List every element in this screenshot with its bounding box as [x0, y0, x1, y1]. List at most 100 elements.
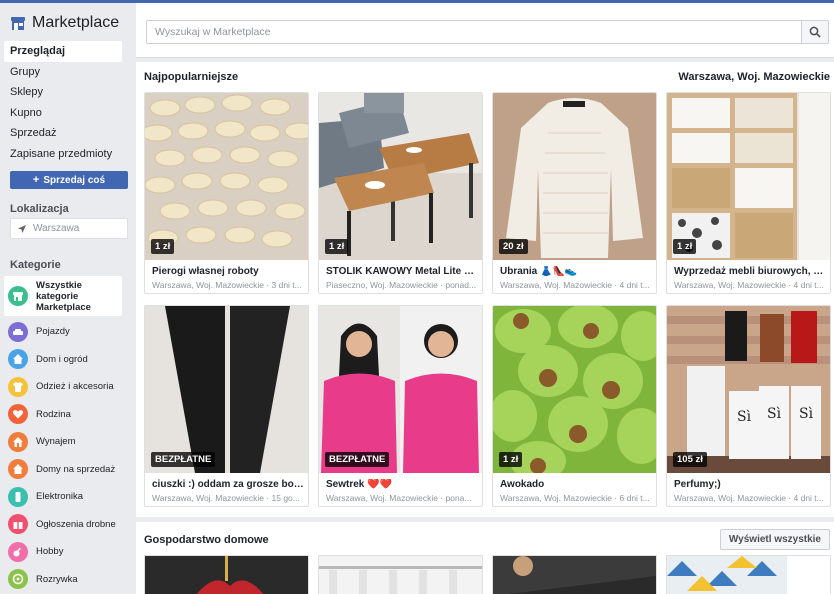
category-vehicles[interactable]: Pojazdy	[8, 318, 126, 346]
search-input[interactable]	[146, 20, 801, 44]
nav-item-selling[interactable]: Sprzedaż	[4, 123, 122, 144]
listing-meta: Warszawa, Woj. Mazowieckie · pona...	[326, 493, 472, 503]
category-label: Odzież i akcesoria	[36, 381, 114, 393]
price-badge: 105 zł	[673, 452, 707, 467]
category-classifieds[interactable]: Ogłoszenia drobne	[8, 511, 126, 539]
listing-meta: Piaseczno, Woj. Mazowieckie · ponad...	[326, 280, 477, 290]
listing-title: Ubrania 👗👠👟	[500, 266, 578, 277]
listing-image: 1 zł	[145, 93, 308, 260]
search-icon	[809, 26, 821, 38]
listing-card[interactable]	[666, 555, 831, 594]
listing-meta: Warszawa, Woj. Mazowieckie · 6 dni t...	[500, 493, 650, 503]
listing-meta: Warszawa, Woj. Mazowieckie · 4 dni t...	[500, 280, 650, 290]
listing-card[interactable]	[492, 555, 657, 594]
home-icon	[8, 349, 28, 370]
listing-card[interactable]: 1 zł Awokado Warszawa, Woj. Mazowieckie …	[492, 305, 657, 507]
plus-icon: +	[32, 174, 40, 186]
gamepad-icon	[8, 569, 28, 590]
heart-icon	[8, 404, 28, 425]
svg-text:Sì: Sì	[737, 409, 752, 425]
category-hobby[interactable]: Hobby	[8, 538, 126, 566]
nav-item-groups[interactable]: Grupy	[4, 62, 122, 83]
section-location[interactable]: Warszawa, Woj. Mazowieckie	[678, 71, 830, 83]
category-family[interactable]: Rodzina	[8, 401, 126, 429]
location-section-label: Lokalizacja	[10, 203, 69, 215]
listing-title: STOLIK KAWOWY Metal Lite Dr...	[326, 266, 478, 277]
guitar-icon	[8, 541, 28, 562]
listing-card[interactable]	[318, 555, 483, 594]
app-title: Marketplace	[32, 14, 120, 31]
nav-item-buying[interactable]: Kupno	[4, 103, 122, 124]
search-button[interactable]	[801, 20, 829, 44]
category-label: Wynajem	[36, 436, 76, 448]
category-label: Ogłoszenia drobne	[36, 518, 116, 530]
category-label: Rodzina	[36, 408, 71, 420]
show-all-button[interactable]: Wyświetl wszystkie	[719, 529, 830, 550]
listing-meta: Warszawa, Woj. Mazowieckie · 3 dni t...	[152, 280, 302, 290]
listing-meta: Warszawa, Woj. Mazowieckie · 4 dni t...	[674, 280, 824, 290]
price-badge: 1 zł	[151, 239, 175, 254]
listing-image: BEZPŁATNE	[319, 306, 482, 473]
price-badge: 20 zł	[499, 239, 528, 254]
listing-image: 1 zł	[319, 93, 482, 260]
listing-title: Wyprzedaż mebli biurowych, wi...	[674, 266, 826, 277]
listing-card[interactable]: BEZPŁATNE Sewtrek ❤️❤️ Warszawa, Woj. Ma…	[318, 305, 483, 507]
categories-section-label: Kategorie	[10, 259, 61, 271]
listing-card[interactable]: BEZPŁATNE ciuszki :) oddam za grosze bo …	[144, 305, 309, 507]
store-icon	[11, 17, 25, 30]
location-value: Warszawa	[33, 223, 80, 234]
car-icon	[8, 321, 28, 342]
listing-title: Pierogi własnej roboty	[152, 266, 259, 277]
listing-title: Awokado	[500, 479, 545, 490]
category-home-garden[interactable]: Dom i ogród	[8, 346, 126, 374]
category-homes-for-sale[interactable]: Domy na sprzedaż	[8, 456, 126, 484]
brand[interactable]: Marketplace	[10, 12, 119, 34]
category-label: Rozrywka	[36, 573, 78, 585]
category-label: Hobby	[36, 546, 64, 558]
search-bar	[136, 3, 834, 58]
key-icon	[8, 431, 28, 452]
listing-image: 20 zł	[493, 93, 656, 260]
category-clothing[interactable]: Odzież i akcesoria	[8, 373, 126, 401]
category-all-label: Wszystkie kategorie Marketplace	[36, 279, 91, 313]
nav-item-shops[interactable]: Sklepy	[4, 82, 122, 103]
listing-card[interactable]	[144, 555, 309, 594]
location-arrow-icon	[18, 224, 26, 233]
nav-item-saved[interactable]: Zapisane przedmioty	[4, 144, 122, 165]
section-title: Gospodarstwo domowe	[144, 534, 269, 546]
clothing-icon	[8, 376, 28, 397]
listing-meta: Warszawa, Woj. Mazowieckie · 4 dni t...	[674, 493, 824, 503]
category-electronics[interactable]: Elektronika	[8, 483, 126, 511]
listing-title: Sewtrek ❤️❤️	[326, 479, 393, 490]
category-label: Domy na sprzedaż	[36, 463, 116, 475]
sidebar-nav: Przeglądaj Grupy Sklepy Kupno Sprzedaż Z…	[4, 41, 122, 164]
listing-meta: Warszawa, Woj. Mazowieckie · 15 go...	[152, 493, 300, 503]
nav-item-browse[interactable]: Przeglądaj	[4, 41, 122, 62]
house-sale-icon	[8, 459, 28, 480]
category-entertainment[interactable]: Rozrywka	[8, 566, 126, 594]
listing-card[interactable]: Sì Sì Sì 105 zł Perfumy;) Warszawa, Woj. M…	[666, 305, 831, 507]
gift-icon	[8, 514, 28, 535]
svg-text:Sì: Sì	[767, 406, 782, 422]
category-label: Elektronika	[36, 491, 83, 503]
sell-button-label: Sprzedaj coś	[43, 174, 106, 186]
sidebar: Marketplace Przeglądaj Grupy Sklepy Kupn…	[0, 3, 134, 594]
popular-section: Najpopularniejsze Warszawa, Woj. Mazowie…	[136, 62, 834, 517]
listing-card[interactable]: 1 zł Pierogi własnej roboty Warszawa, Wo…	[144, 92, 309, 294]
listing-image: 1 zł	[667, 93, 830, 260]
listing-image: Sì Sì Sì 105 zł	[667, 306, 830, 473]
listing-title: Perfumy;)	[674, 479, 721, 490]
category-all[interactable]: Wszystkie kategorie Marketplace	[4, 276, 122, 316]
listing-image: BEZPŁATNE	[145, 306, 308, 473]
category-list: Pojazdy Dom i ogród Odzież i akcesoria R…	[8, 318, 126, 593]
phone-icon	[8, 486, 28, 507]
location-input[interactable]: Warszawa	[10, 218, 128, 239]
listing-card[interactable]: 20 zł Ubrania 👗👠👟 Warszawa, Woj. Mazowie…	[492, 92, 657, 294]
price-badge: 1 zł	[673, 239, 697, 254]
svg-text:Sì: Sì	[799, 406, 814, 422]
category-rentals[interactable]: Wynajem	[8, 428, 126, 456]
listing-card[interactable]: 1 zł Wyprzedaż mebli biurowych, wi... Wa…	[666, 92, 831, 294]
listing-card[interactable]: 1 zł STOLIK KAWOWY Metal Lite Dr... Pias…	[318, 92, 483, 294]
sell-something-button[interactable]: + Sprzedaj coś	[10, 171, 128, 189]
price-badge: 1 zł	[499, 452, 523, 467]
